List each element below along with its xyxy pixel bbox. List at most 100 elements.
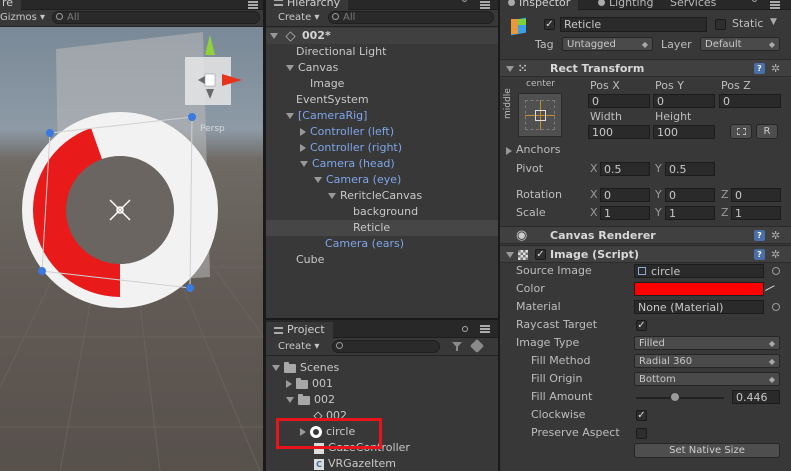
hierarchy-item-controller-right[interactable]: Controller (right) (266, 140, 498, 156)
scene-root-row[interactable]: 002* (266, 28, 498, 44)
project-item-vrgazeitem[interactable]: C VRGazeItem (314, 456, 396, 471)
pivot-x-field[interactable]: 0.5 (600, 162, 650, 176)
hierarchy-create-dropdown[interactable]: Create ▾ (278, 12, 319, 23)
static-dropdown-icon[interactable]: ▼ (770, 17, 777, 27)
x-axis-cone[interactable] (222, 74, 242, 86)
canvas-renderer-header[interactable]: ◉ Canvas Renderer ? ✲ (500, 226, 791, 244)
expand-icon[interactable] (328, 193, 336, 199)
tab-hierarchy[interactable]: Hierarchy (266, 0, 349, 10)
hierarchy-item-cube[interactable]: Cube (266, 252, 498, 268)
tab-scene[interactable]: re (0, 0, 22, 10)
hierarchy-item-camera-eye[interactable]: Camera (eye) (266, 172, 498, 188)
hierarchy-item-camera-head[interactable]: Camera (head) (266, 156, 498, 172)
help-icon[interactable]: ? (754, 63, 765, 74)
object-picker-icon[interactable] (772, 267, 780, 275)
gear-icon[interactable]: ✲ (771, 63, 782, 74)
pivot-y-field[interactable]: 0.5 (665, 162, 715, 176)
object-picker-icon[interactable] (772, 303, 780, 311)
eyedropper-icon[interactable]: / (764, 282, 777, 295)
gizmos-dropdown[interactable]: Gizmos ▾ (0, 12, 45, 23)
panel-menu-icon[interactable] (480, 325, 490, 333)
raycast-target-checkbox[interactable]: ✓ (636, 320, 647, 331)
rotation-x-field[interactable]: 0 (600, 188, 650, 202)
fill-amount-field[interactable]: 0.446 (732, 390, 780, 404)
hierarchy-item-camerarig[interactable]: [CameraRig] (266, 108, 498, 124)
project-create-dropdown[interactable]: Create ▾ (278, 341, 319, 352)
hierarchy-item-controller-left[interactable]: Controller (left) (266, 124, 498, 140)
scale-x-field[interactable]: 1 (600, 206, 650, 220)
panel-menu-icon[interactable] (248, 1, 258, 9)
source-image-field[interactable]: circle (634, 264, 764, 278)
lock-icon[interactable] (462, 326, 468, 332)
expand-icon[interactable] (272, 365, 280, 371)
gear-icon[interactable]: ✲ (771, 249, 782, 260)
scale-z-field[interactable]: 1 (731, 206, 781, 220)
expand-icon[interactable] (314, 177, 322, 183)
panel-menu-icon[interactable] (480, 1, 490, 9)
hierarchy-item-directional-light[interactable]: Directional Light (266, 44, 498, 60)
hierarchy-item-eventsystem[interactable]: EventSystem (266, 92, 498, 108)
color-swatch[interactable] (634, 282, 764, 296)
rect-transform-header[interactable]: ⁙ Rect Transform ? ✲ (500, 59, 791, 77)
rotation-z-field[interactable]: 0 (731, 188, 781, 202)
pos-y-field[interactable]: 0 (653, 94, 715, 108)
scene-viewport[interactable]: Persp (0, 27, 263, 471)
lock-icon[interactable] (462, 0, 467, 2)
blueprint-mode-button[interactable] (730, 124, 752, 139)
anchor-presets-button[interactable] (518, 93, 562, 137)
expand-icon[interactable] (300, 161, 308, 167)
image-script-header[interactable]: ✓ Image (Script) ? ✲ (500, 245, 791, 263)
height-field[interactable]: 100 (653, 125, 715, 139)
hierarchy-search-input[interactable]: All (328, 11, 494, 24)
width-field[interactable]: 100 (588, 125, 650, 139)
image-type-dropdown[interactable]: Filled ◆ (634, 336, 780, 350)
rect-handle-tr[interactable] (188, 113, 196, 121)
pos-z-field[interactable]: 0 (719, 94, 781, 108)
project-item-002-folder[interactable]: 002 (286, 392, 335, 408)
tab-project[interactable]: Project (266, 322, 333, 338)
expand-icon[interactable] (300, 128, 306, 136)
hierarchy-item-canvas[interactable]: Canvas (266, 60, 498, 76)
project-item-scenes[interactable]: Scenes (272, 360, 339, 376)
tag-dropdown[interactable]: Untagged ◆ (562, 37, 653, 51)
fill-amount-slider-thumb[interactable] (670, 392, 681, 402)
anchors-expand-icon[interactable] (506, 147, 512, 155)
project-search-input[interactable] (332, 340, 440, 353)
hierarchy-item-reritclecanvas[interactable]: ReritcleCanvas (266, 188, 498, 204)
lock-icon[interactable] (752, 0, 757, 2)
raw-edit-button[interactable]: R (756, 124, 778, 139)
collapse-icon[interactable] (506, 252, 514, 258)
expand-icon[interactable] (286, 380, 292, 388)
pos-x-field[interactable]: 0 (588, 94, 650, 108)
expand-icon[interactable] (270, 33, 278, 39)
layer-dropdown[interactable]: Default ◆ (700, 37, 780, 51)
set-native-size-button[interactable]: Set Native Size (634, 443, 780, 458)
expand-icon[interactable] (286, 397, 294, 403)
fill-origin-dropdown[interactable]: Bottom ◆ (634, 372, 780, 386)
scene-search-input[interactable]: All (52, 11, 260, 24)
filter-by-label-icon[interactable] (469, 338, 485, 354)
rect-handle-tl[interactable] (46, 129, 54, 137)
help-icon[interactable]: ? (754, 230, 765, 241)
scale-y-field[interactable]: 1 (665, 206, 715, 220)
rect-handle-bl[interactable] (38, 267, 46, 275)
y-axis-cone[interactable] (205, 35, 215, 55)
tab-inspector[interactable]: Inspector (500, 0, 579, 10)
hierarchy-item-camera-ears[interactable]: Camera (ears) (266, 236, 498, 252)
static-checkbox[interactable] (715, 19, 726, 30)
panel-menu-icon[interactable] (770, 1, 780, 9)
fill-method-dropdown[interactable]: Radial 360 ◆ (634, 354, 780, 368)
expand-icon[interactable] (300, 144, 306, 152)
rect-handle-br[interactable] (186, 284, 194, 292)
image-enabled-checkbox[interactable]: ✓ (535, 249, 546, 260)
expand-icon[interactable] (286, 113, 294, 119)
tab-services[interactable]: Services (662, 0, 724, 10)
hierarchy-item-reticle[interactable]: Reticle (266, 220, 498, 236)
hierarchy-item-image[interactable]: Image (266, 76, 498, 92)
collapse-icon[interactable] (506, 66, 514, 72)
preserve-aspect-checkbox[interactable] (636, 428, 647, 439)
expand-icon[interactable] (286, 65, 294, 71)
help-icon[interactable]: ? (754, 249, 765, 260)
clockwise-checkbox[interactable]: ✓ (636, 410, 647, 421)
tab-lighting[interactable]: Lighting (590, 0, 661, 10)
